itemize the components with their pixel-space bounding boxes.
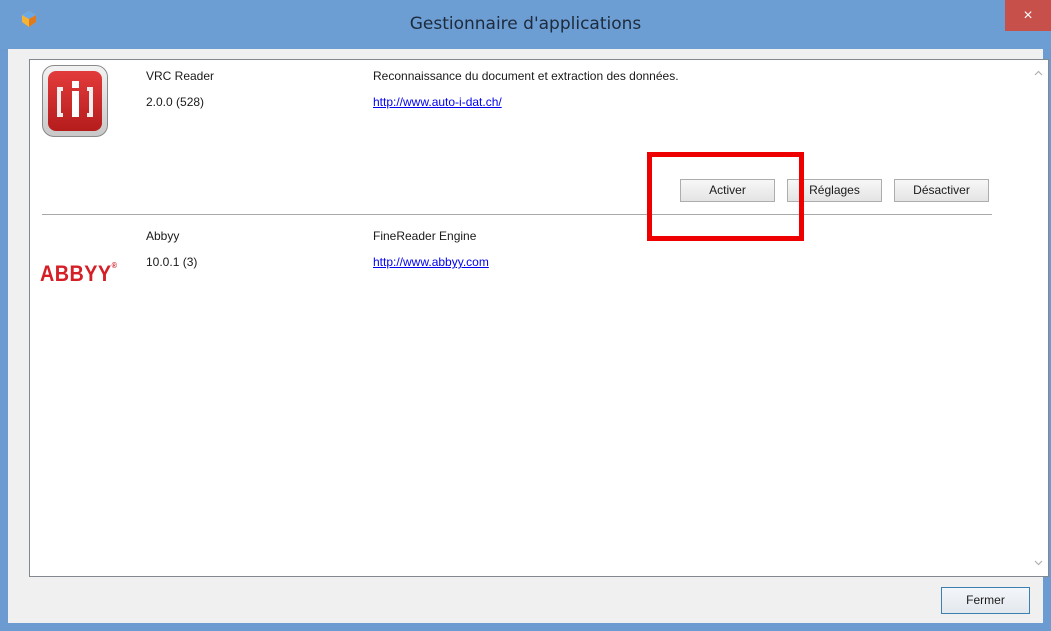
app-manager-window: Gestionnaire d'applications × VRC Reader… xyxy=(0,0,1051,631)
vertical-scrollbar[interactable] xyxy=(1029,60,1048,576)
settings-button[interactable]: Réglages xyxy=(787,179,882,202)
title-bar[interactable]: Gestionnaire d'applications × xyxy=(0,0,1051,49)
app-link[interactable]: http://www.abbyy.com xyxy=(373,255,489,269)
chevron-up-icon[interactable] xyxy=(1033,68,1044,79)
deactivate-button[interactable]: Désactiver xyxy=(894,179,989,202)
app-version: 2.0.0 (528) xyxy=(146,95,205,109)
app-version: 10.0.1 (3) xyxy=(146,255,198,269)
close-window-button[interactable]: × xyxy=(1005,0,1051,31)
app-description: FineReader Engine xyxy=(373,229,477,243)
activate-button[interactable]: Activer xyxy=(680,179,775,202)
application-list[interactable]: VRC Reader 2.0.0 (528) Reconnaissance du… xyxy=(29,59,1049,577)
close-button[interactable]: Fermer xyxy=(941,587,1030,614)
list-item-abbyy: ABBYY® Abbyy 10.0.1 (3) FineReader Engin… xyxy=(30,215,990,295)
app-link[interactable]: http://www.auto-i-dat.ch/ xyxy=(373,95,502,109)
vrc-reader-logo xyxy=(42,65,108,137)
chevron-down-icon[interactable] xyxy=(1033,557,1044,568)
app-name: Abbyy xyxy=(146,229,180,243)
window-title: Gestionnaire d'applications xyxy=(409,14,642,34)
app-name: VRC Reader xyxy=(146,69,215,83)
abbyy-logo: ABBYY® xyxy=(40,261,118,286)
app-description: Reconnaissance du document et extraction… xyxy=(373,69,679,83)
client-area: VRC Reader 2.0.0 (528) Reconnaissance du… xyxy=(8,49,1049,623)
